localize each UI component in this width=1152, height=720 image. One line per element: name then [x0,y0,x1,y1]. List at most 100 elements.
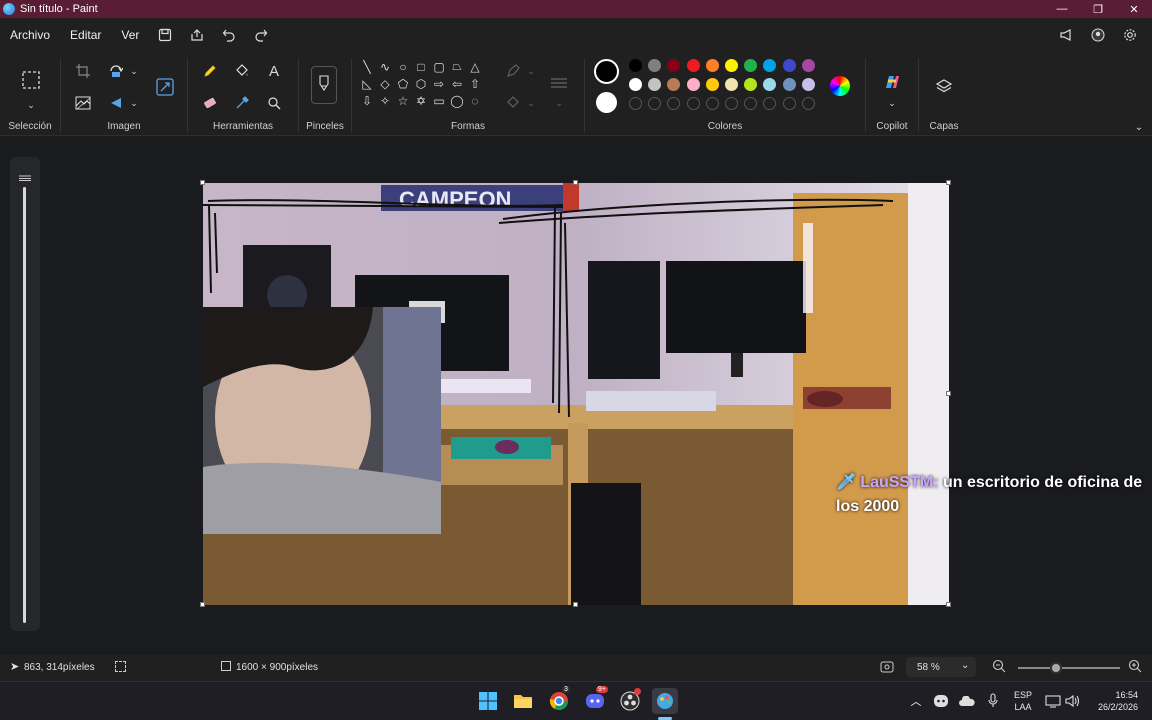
zoom-out-icon[interactable] [992,659,1006,676]
color-swatch-custom-8[interactable] [763,97,777,110]
flip-chevron-down-icon[interactable]: ⌄ [123,92,145,114]
microphone-icon[interactable] [982,690,1004,712]
onedrive-cloud-icon[interactable] [956,690,978,712]
selection-rectangle-icon[interactable] [19,68,43,92]
color-swatch-row2-3[interactable] [667,78,681,91]
color-swatch-row1-4[interactable] [686,59,700,72]
fill-chevron-down-icon[interactable]: ⌄ [520,92,542,114]
background-remove-icon[interactable] [72,92,94,114]
color-swatch-row1-8[interactable] [763,59,777,72]
pencil-icon[interactable] [199,60,221,82]
fit-to-window-icon[interactable] [880,660,894,677]
five-point-star-shape-icon[interactable]: ☆ [394,92,412,109]
menu-ver[interactable]: Ver [111,20,149,50]
four-point-star-shape-icon[interactable]: ✧ [376,92,394,109]
resize-handle-top-right[interactable] [946,180,951,185]
color-swatch-row1-9[interactable] [782,59,796,72]
color-swatch-custom-9[interactable] [782,97,796,110]
resize-handle-bottom-left[interactable] [200,602,205,607]
color-swatch-custom-7[interactable] [744,97,758,110]
close-button[interactable]: ✕ [1116,0,1152,18]
network-icon[interactable] [1042,690,1064,712]
text-tool-icon[interactable]: A [263,60,285,82]
rounded-rectangle-shape-icon[interactable]: ▢ [430,58,448,75]
announcement-icon[interactable] [1050,20,1082,50]
share-icon[interactable] [181,20,213,50]
discord-icon[interactable]: 9+ [584,686,608,712]
brush-icon[interactable] [311,66,337,104]
stroke-size-icon[interactable] [548,72,570,94]
up-arrow-shape-icon[interactable]: ⇧ [466,75,484,92]
resize-handle-bottom-right[interactable] [946,602,951,607]
resize-handle-right[interactable] [946,391,951,396]
volume-icon[interactable] [1062,690,1084,712]
selection-chevron-down-icon[interactable]: ⌄ [20,94,42,116]
zoom-slider-thumb[interactable] [1049,662,1062,674]
curve-shape-icon[interactable]: ∿ [376,58,394,75]
hexagon-shape-icon[interactable]: ⬡ [412,75,430,92]
color-swatch-row2-2[interactable] [648,78,662,91]
paint-taskbar-icon[interactable] [652,688,678,714]
layers-icon[interactable] [932,75,956,99]
color-swatch-row1-5[interactable] [705,59,719,72]
zoom-slider[interactable] [1018,662,1120,674]
oval-shape-icon[interactable]: ○ [394,58,412,75]
chrome-icon[interactable]: 3 [548,686,570,712]
color-swatch-row2-10[interactable] [801,78,815,91]
clock[interactable]: 16:54 26/2/2026 [1088,689,1138,713]
eraser-icon[interactable] [199,92,221,114]
color-swatch-custom-10[interactable] [801,97,815,110]
edit-colors-icon[interactable] [830,76,850,96]
color-swatch-custom-1[interactable] [629,97,642,110]
triangle-shape-icon[interactable]: △ [466,58,484,75]
color-swatch-row1-1[interactable] [629,59,642,72]
color-swatch-custom-4[interactable] [686,97,700,110]
rectangle-shape-icon[interactable]: □ [412,58,430,75]
magnifier-icon[interactable] [263,92,285,114]
color-swatch-custom-2[interactable] [648,97,662,110]
outline-chevron-down-icon[interactable]: ⌄ [520,60,542,82]
rotate-chevron-down-icon[interactable]: ⌄ [123,60,145,82]
polygon-shape-icon[interactable]: ⏢ [448,58,466,75]
color-swatch-row2-1[interactable] [629,78,642,91]
tray-discord-icon[interactable] [930,690,952,712]
save-icon[interactable] [149,20,181,50]
resize-handle-top-left[interactable] [200,180,205,185]
color-swatch-custom-5[interactable] [705,97,719,110]
color-swatch-row2-9[interactable] [782,78,796,91]
menu-editar[interactable]: Editar [60,20,111,50]
diamond-shape-icon[interactable]: ◇ [376,75,394,92]
color-swatch-row2-8[interactable] [763,78,777,91]
settings-gear-icon[interactable] [1114,20,1146,50]
down-arrow-shape-icon[interactable]: ⇩ [358,92,376,109]
undo-icon[interactable] [213,20,245,50]
zoom-in-icon[interactable] [1128,659,1142,676]
ribbon-collapse-chevron-icon[interactable]: ⌄ [1128,116,1150,138]
language-indicator[interactable]: ESP LAA [1010,689,1036,713]
tray-chevron-up-icon[interactable]: ︿ [905,690,927,712]
color-swatch-row2-6[interactable] [725,78,738,91]
menu-archivo[interactable]: Archivo [0,20,60,50]
drawing-canvas[interactable]: CAMPEON [203,183,949,605]
color-swatch-row1-6[interactable] [725,59,738,72]
six-point-star-shape-icon[interactable]: ✡ [412,92,430,109]
color-swatch-row1-3[interactable] [667,59,681,72]
copilot-chevron-down-icon[interactable]: ⌄ [881,92,903,114]
color-swatch-custom-3[interactable] [667,97,681,110]
callout-cloud-shape-icon[interactable]: ◌ [466,92,484,109]
start-windows-icon[interactable] [477,690,499,712]
color-swatch-row1-2[interactable] [648,59,662,72]
obs-icon[interactable] [619,688,641,712]
color-swatch-row1-7[interactable] [744,59,758,72]
resize-handle-top[interactable] [573,180,578,185]
resize-handle-bottom[interactable] [573,602,578,607]
color-swatch-row2-4[interactable] [686,78,700,91]
color-picker-icon[interactable] [231,92,253,114]
secondary-color-swatch[interactable] [596,92,617,113]
redo-icon[interactable] [245,20,277,50]
color-swatch-custom-6[interactable] [725,97,738,110]
primary-color-swatch[interactable] [594,59,619,84]
color-swatch-row2-7[interactable] [744,78,758,91]
profile-icon[interactable] [1082,20,1114,50]
left-arrow-shape-icon[interactable]: ⇦ [448,75,466,92]
